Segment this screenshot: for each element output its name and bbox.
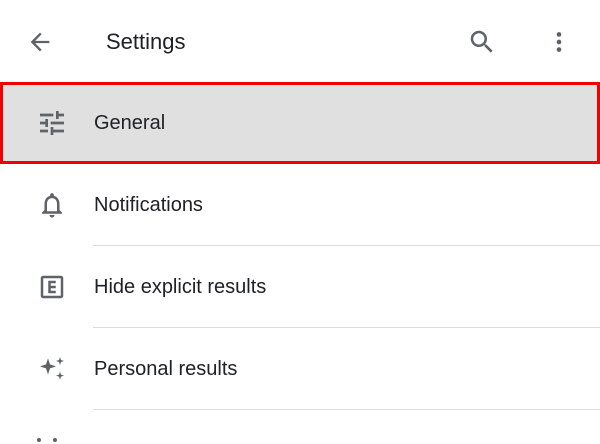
settings-item-general[interactable]: General: [0, 82, 600, 164]
app-bar: Settings: [0, 0, 600, 82]
settings-item-label: Notifications: [94, 194, 203, 216]
back-button[interactable]: [22, 24, 58, 60]
page-title: Settings: [106, 29, 186, 54]
arrow-back-icon: [30, 32, 50, 52]
search-button[interactable]: [464, 24, 500, 60]
more-vert-icon: [556, 32, 562, 52]
partial-icon: [37, 438, 57, 442]
explicit-icon: [34, 271, 70, 303]
settings-item-partial[interactable]: [0, 410, 600, 444]
settings-item-notifications[interactable]: Notifications: [0, 164, 600, 246]
settings-list: General Notifications Hide explicit resu…: [0, 82, 600, 444]
settings-item-label: Personal results: [94, 358, 238, 380]
tune-icon: [34, 107, 70, 139]
settings-item-hide-explicit-results[interactable]: Hide explicit results: [0, 246, 600, 328]
search-icon: [470, 30, 493, 53]
sparkle-icon: [34, 353, 70, 385]
bell-icon: [34, 189, 70, 221]
settings-item-label: Hide explicit results: [94, 276, 267, 298]
settings-item-label: General: [94, 112, 166, 134]
settings-item-personal-results[interactable]: Personal results: [0, 328, 600, 410]
more-options-button[interactable]: [541, 24, 577, 60]
